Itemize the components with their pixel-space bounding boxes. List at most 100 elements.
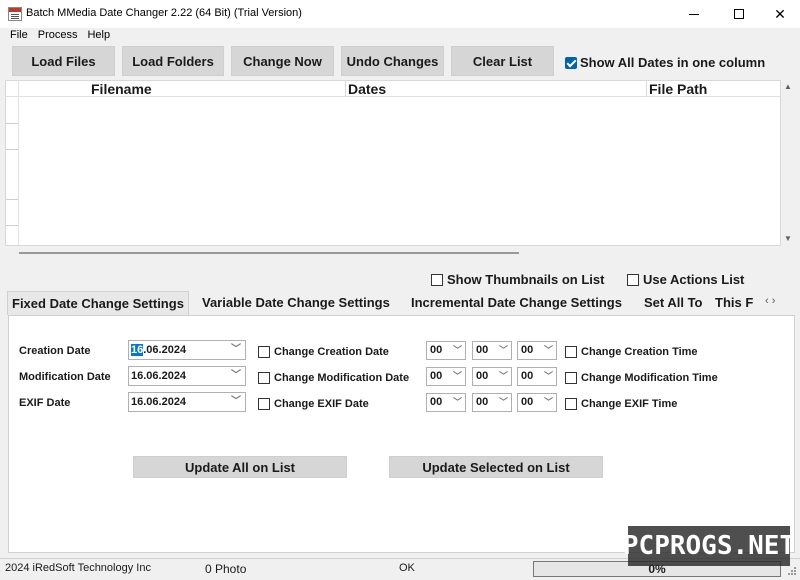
show-thumbnails-label: Show Thumbnails on List	[447, 272, 605, 287]
chevron-down-icon: ﹀	[543, 397, 553, 407]
exif-minute-select[interactable]: 00 ﹀	[472, 393, 512, 412]
change-exif-time-checkbox[interactable]: Change EXIF Time	[565, 398, 677, 410]
hour-value: 00	[430, 344, 443, 356]
scroll-thumb[interactable]	[19, 252, 519, 254]
change-exif-time-label: Change EXIF Time	[581, 398, 678, 410]
modification-minute-select[interactable]: 00 ﹀	[472, 367, 512, 386]
column-filename[interactable]: Filename	[91, 81, 152, 97]
horizontal-scrollbar[interactable]	[5, 246, 781, 260]
file-list-grid[interactable]: Filename Dates File Path	[5, 80, 781, 246]
chevron-down-icon: ﹀	[452, 397, 462, 407]
change-creation-time-checkbox[interactable]: Change Creation Time	[565, 346, 698, 358]
hour-value: 00	[430, 370, 443, 382]
column-divider[interactable]	[646, 81, 647, 97]
change-now-button[interactable]: Change Now	[231, 46, 334, 76]
load-folders-button[interactable]: Load Folders	[122, 46, 224, 76]
second-value: 00	[521, 344, 534, 356]
chevron-down-icon: ﹀	[543, 371, 553, 381]
menu-file[interactable]: File	[0, 28, 33, 44]
update-selected-button[interactable]: Update Selected on List	[389, 456, 603, 478]
show-all-dates-checkbox[interactable]: Show All Dates in one column	[565, 55, 765, 70]
calendar-icon	[8, 7, 22, 21]
update-all-button[interactable]: Update All on List	[133, 456, 347, 478]
creation-minute-select[interactable]: 00 ﹀	[472, 341, 512, 360]
maximize-icon	[734, 9, 744, 19]
creation-date-rest: .06.2024	[143, 344, 187, 356]
exif-hour-select[interactable]: 00 ﹀	[426, 393, 466, 412]
menu-help[interactable]: Help	[82, 28, 115, 44]
change-creation-date-label: Change Creation Date	[274, 346, 389, 358]
tab-this-f[interactable]: This F	[711, 291, 757, 315]
change-modification-time-checkbox[interactable]: Change Modification Time	[565, 372, 718, 384]
second-value: 00	[521, 396, 534, 408]
load-files-button[interactable]: Load Files	[12, 46, 115, 76]
resize-grip-icon[interactable]	[786, 565, 796, 575]
scroll-up-icon[interactable]: ▲	[783, 82, 793, 91]
hour-value: 00	[430, 396, 443, 408]
row-divider	[6, 123, 18, 124]
creation-hour-select[interactable]: 00 ﹀	[426, 341, 466, 360]
chevron-down-icon: ﹀	[231, 344, 241, 355]
use-actions-list-checkbox[interactable]: Use Actions List	[627, 272, 744, 287]
second-value: 00	[521, 370, 534, 382]
tab-incremental-date[interactable]: Incremental Date Change Settings	[407, 291, 626, 315]
exif-second-select[interactable]: 00 ﹀	[517, 393, 557, 412]
exif-date-value: 16.06.2024	[131, 396, 187, 408]
use-actions-list-label: Use Actions List	[643, 272, 745, 287]
minimize-button[interactable]	[672, 0, 716, 28]
menu-process[interactable]: Process	[33, 28, 83, 44]
tab-set-all-to[interactable]: Set All To	[640, 291, 707, 315]
creation-second-select[interactable]: 00 ﹀	[517, 341, 557, 360]
minute-value: 00	[476, 370, 489, 382]
status-copyright: 2024 iRedSoft Technology Inc	[5, 562, 151, 574]
tab-fixed-date[interactable]: Fixed Date Change Settings	[7, 291, 189, 315]
modification-hour-select[interactable]: 00 ﹀	[426, 367, 466, 386]
exif-date-picker[interactable]: 16.06.2024 ﹀	[128, 392, 246, 412]
scroll-down-icon[interactable]: ▼	[783, 234, 793, 243]
modification-date-picker[interactable]: 16.06.2024 ﹀	[128, 366, 246, 386]
undo-changes-button[interactable]: Undo Changes	[341, 46, 444, 76]
status-photo-count: 0 Photo	[205, 562, 247, 576]
row-divider	[6, 149, 18, 150]
tab-scroll-arrows-icon[interactable]: ‹ ›	[765, 295, 775, 307]
creation-date-day: 16	[131, 344, 144, 356]
show-thumbnails-checkbox[interactable]: Show Thumbnails on List	[431, 272, 604, 287]
close-button[interactable]: ✕	[758, 0, 800, 28]
tab-variable-date[interactable]: Variable Date Change Settings	[198, 291, 394, 315]
modification-second-select[interactable]: 00 ﹀	[517, 367, 557, 386]
change-exif-date-label: Change EXIF Date	[274, 398, 369, 410]
vertical-scrollbar[interactable]: ▲ ▼	[781, 80, 795, 246]
row-divider	[6, 199, 18, 200]
checkbox-icon	[258, 398, 270, 410]
change-exif-date-checkbox[interactable]: Change EXIF Date	[258, 398, 369, 410]
checkbox-icon	[258, 372, 270, 384]
modification-date-label: Modification Date	[19, 371, 111, 383]
chevron-down-icon: ﹀	[231, 370, 241, 381]
chevron-down-icon: ﹀	[452, 345, 462, 355]
checkbox-icon	[565, 372, 577, 384]
change-modification-date-checkbox[interactable]: Change Modification Date	[258, 372, 409, 384]
close-icon: ✕	[774, 5, 786, 22]
row-header-border	[18, 81, 19, 245]
exif-date-label: EXIF Date	[19, 397, 71, 409]
modification-date-value: 16.06.2024	[131, 370, 187, 382]
clear-list-button[interactable]: Clear List	[451, 46, 554, 76]
change-modification-date-label: Change Modification Date	[274, 372, 410, 384]
column-divider[interactable]	[345, 81, 346, 97]
checkbox-icon	[431, 273, 443, 286]
column-file-path[interactable]: File Path	[649, 81, 707, 97]
settings-tabs: Fixed Date Change Settings Variable Date…	[5, 291, 795, 315]
minute-value: 00	[476, 396, 489, 408]
column-dates[interactable]: Dates	[348, 81, 386, 97]
app-window: Batch MMedia Date Changer 2.22 (64 Bit) …	[0, 0, 800, 580]
row-divider	[6, 225, 18, 226]
checkbox-icon	[565, 346, 577, 358]
change-creation-date-checkbox[interactable]: Change Creation Date	[258, 346, 389, 358]
grid-header: Filename Dates File Path	[6, 81, 780, 97]
maximize-button[interactable]	[717, 0, 761, 28]
creation-date-picker[interactable]: 16.06.2024 ﹀	[128, 340, 246, 360]
checkbox-checked-icon	[565, 56, 577, 69]
checkbox-icon	[627, 273, 639, 286]
minute-value: 00	[476, 344, 489, 356]
window-title: Batch MMedia Date Changer 2.22 (64 Bit) …	[26, 7, 302, 19]
